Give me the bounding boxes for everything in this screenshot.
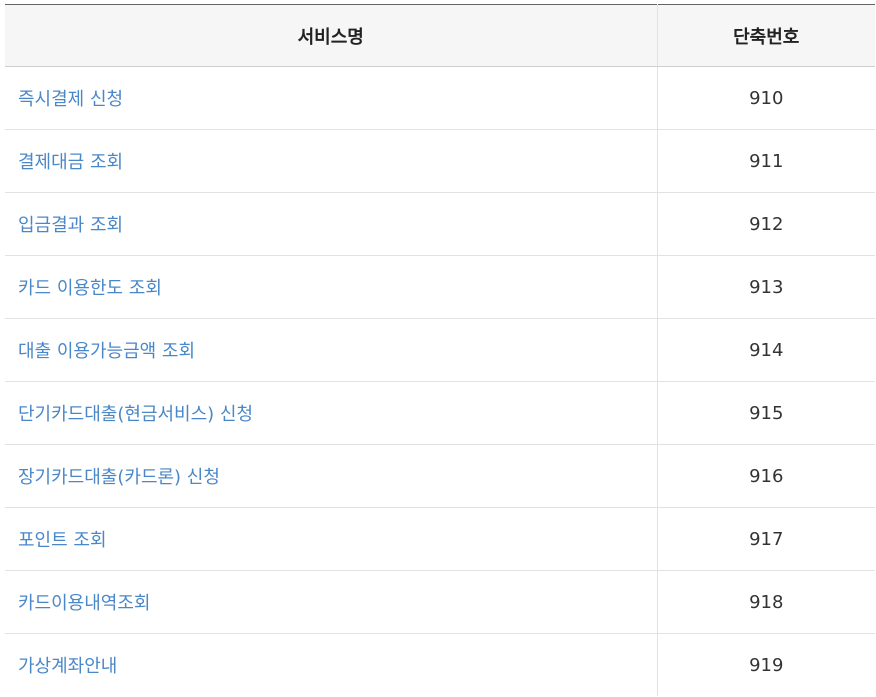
header-shortcut-number: 단축번호	[657, 4, 875, 67]
header-service-name: 서비스명	[5, 4, 658, 67]
service-link[interactable]: 대출 이용가능금액 조회	[5, 318, 658, 382]
table-row: 포인트 조회 917	[5, 507, 875, 571]
service-link[interactable]: 즉시결제 신청	[5, 66, 658, 130]
shortcut-number: 916	[657, 444, 875, 508]
table-row: 카드 이용한도 조회 913	[5, 255, 875, 319]
table-row: 단기카드대출(현금서비스) 신청 915	[5, 381, 875, 445]
service-link[interactable]: 입금결과 조회	[5, 192, 658, 256]
service-link[interactable]: 카드이용내역조회	[5, 570, 658, 634]
shortcut-number: 913	[657, 255, 875, 319]
shortcut-number: 910	[657, 66, 875, 130]
service-link[interactable]: 장기카드대출(카드론) 신청	[5, 444, 658, 508]
table-row: 입금결과 조회 912	[5, 192, 875, 256]
shortcut-number: 912	[657, 192, 875, 256]
service-link[interactable]: 카드 이용한도 조회	[5, 255, 658, 319]
service-link[interactable]: 포인트 조회	[5, 507, 658, 571]
shortcut-number: 919	[749, 654, 784, 676]
table-row: 카드이용내역조회 918	[5, 570, 875, 634]
table-row: 가상계좌안내 919	[5, 633, 875, 696]
table-row: 대출 이용가능금액 조회 914	[5, 318, 875, 382]
shortcut-number-table: 서비스명 단축번호 즉시결제 신청 910 결제대금 조회 911 입금결과 조…	[5, 4, 875, 696]
service-link[interactable]: 단기카드대출(현금서비스) 신청	[5, 381, 658, 445]
shortcut-number: 911	[657, 129, 875, 193]
table-row: 즉시결제 신청 910	[5, 66, 875, 130]
table-header: 서비스명 단축번호	[5, 4, 875, 67]
service-link[interactable]: 가상계좌안내	[5, 633, 658, 696]
shortcut-number: 914	[657, 318, 875, 382]
table-body: 즉시결제 신청 910 결제대금 조회 911 입금결과 조회 912 카드 이…	[5, 66, 875, 696]
shortcut-number: 915	[657, 381, 875, 445]
shortcut-number: 917	[657, 507, 875, 571]
table-row: 결제대금 조회 911	[5, 129, 875, 193]
shortcut-table-container: 서비스명 단축번호 즉시결제 신청 910 결제대금 조회 911 입금결과 조…	[5, 4, 875, 696]
service-link[interactable]: 결제대금 조회	[5, 129, 658, 193]
header-row: 서비스명 단축번호	[5, 4, 875, 67]
table-row: 장기카드대출(카드론) 신청 916	[5, 444, 875, 508]
shortcut-number: 918	[657, 570, 875, 634]
